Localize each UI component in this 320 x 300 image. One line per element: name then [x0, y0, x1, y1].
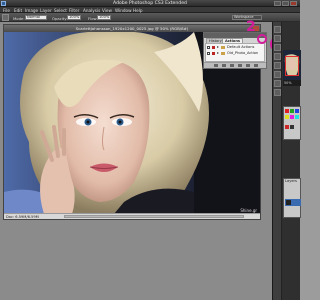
maximize-button[interactable]	[282, 1, 289, 6]
dialog-toggle-icon[interactable]	[212, 46, 215, 49]
play-icon[interactable]	[230, 64, 234, 67]
folder-icon	[221, 46, 225, 49]
menu-analysis[interactable]: Analysis	[83, 8, 100, 13]
tool-presets-panel-icon[interactable]	[274, 62, 281, 69]
zoom-readout: Doc: 6.59M/6.59M	[6, 214, 39, 219]
navigator-zoom: 50%	[284, 81, 292, 85]
paragraph-panel-icon[interactable]	[274, 89, 281, 96]
layers-panel: Layers	[283, 178, 301, 218]
swatch-magenta[interactable]	[290, 115, 294, 119]
character-panel-icon[interactable]	[274, 80, 281, 87]
record-icon[interactable]	[222, 64, 226, 67]
annotation-circle-2	[257, 34, 267, 44]
minimize-button[interactable]	[274, 1, 281, 6]
menu-filter[interactable]: Filter	[69, 8, 79, 13]
right-dock: 50% Layers	[272, 22, 301, 300]
stop-icon[interactable]	[214, 64, 218, 67]
menu-window[interactable]: Window	[115, 8, 132, 13]
new-set-icon[interactable]	[238, 64, 242, 67]
toggle-checkbox-icon[interactable]	[207, 52, 210, 55]
swatch-red[interactable]	[285, 109, 289, 113]
document-status-bar: Doc: 6.59M/6.59M	[4, 213, 260, 219]
mode-select[interactable]: Normal	[25, 15, 47, 20]
document-title[interactable]: ScarlettJohansson_1920x1200_0025.jpg @ 5…	[4, 25, 260, 32]
title-bar: Adobe Photoshop CS3 Extended	[0, 0, 300, 7]
annotation-step-2: 2	[246, 19, 256, 35]
collapsed-panel-strip	[273, 22, 282, 300]
color-swatches-panel	[283, 106, 301, 140]
action-set-label: Old_Photo_Action	[227, 51, 259, 55]
expand-arrow-icon[interactable]	[217, 52, 219, 54]
menu-edit[interactable]: Edit	[14, 8, 22, 13]
actions-panel-icon[interactable]	[274, 35, 281, 42]
opacity-label: Opacity:	[52, 15, 68, 21]
layer-comps-panel-icon[interactable]	[274, 71, 281, 78]
mode-label: Mode:	[13, 15, 25, 21]
action-set-label: Default Actions	[227, 45, 255, 49]
swatch-dark-red[interactable]	[285, 125, 289, 129]
opacity-input[interactable]: 100%	[67, 15, 81, 20]
history-panel-icon[interactable]	[274, 26, 281, 33]
actions-list: Default Actions Old_Photo_Action	[205, 43, 265, 62]
layers-tab[interactable]: Layers	[285, 179, 297, 184]
menu-select[interactable]: Select	[54, 8, 67, 13]
swatch-black[interactable]	[290, 125, 294, 129]
action-set-old-photo[interactable]: Old_Photo_Action	[206, 51, 264, 56]
action-set-default[interactable]: Default Actions	[206, 45, 264, 50]
clone-source-panel-icon[interactable]	[274, 53, 281, 60]
navigator-view-box[interactable]	[285, 56, 299, 76]
toggle-checkbox-icon[interactable]	[207, 46, 210, 49]
expand-arrow-icon[interactable]	[217, 46, 219, 48]
flow-input[interactable]: 100%	[97, 15, 111, 20]
horizontal-scrollbar[interactable]	[64, 215, 244, 218]
brushes-panel-icon[interactable]	[274, 44, 281, 51]
swatch-yellow[interactable]	[285, 115, 289, 119]
layer-thumbnail	[286, 200, 291, 205]
swatch-cyan[interactable]	[295, 115, 299, 119]
navigator-thumbnail[interactable]: 50%	[283, 50, 301, 86]
swatch-blue[interactable]	[295, 109, 299, 113]
menu-image[interactable]: Image	[25, 8, 38, 13]
trash-icon[interactable]	[254, 64, 258, 67]
menu-file[interactable]: File	[3, 8, 10, 13]
swatch-green[interactable]	[290, 109, 294, 113]
actions-panel-footer	[204, 62, 266, 68]
brush-tool-preset-icon[interactable]	[2, 14, 9, 21]
window-title: Adobe Photoshop CS3 Extended	[113, 1, 187, 6]
menu-help[interactable]: Help	[133, 8, 143, 13]
close-button[interactable]	[290, 1, 297, 6]
menu-view[interactable]: View	[102, 8, 112, 13]
folder-icon	[221, 52, 225, 55]
menu-layer[interactable]: Layer	[40, 8, 52, 13]
dialog-toggle-icon[interactable]	[212, 52, 215, 55]
new-action-icon[interactable]	[246, 64, 250, 67]
